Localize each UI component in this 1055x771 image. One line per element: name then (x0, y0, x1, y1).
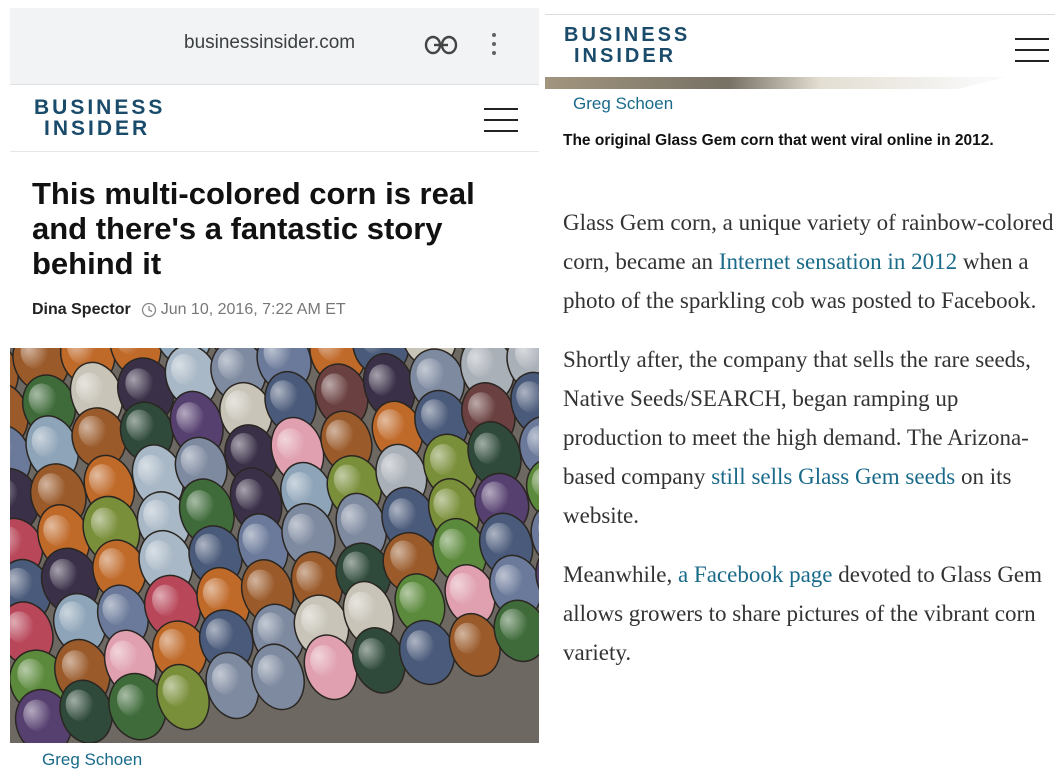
business-insider-logo-right[interactable]: BUSINESS INSIDER (564, 25, 690, 67)
photo-credit: Greg Schoen (42, 750, 142, 770)
clock-icon (141, 302, 157, 318)
photo-credit-right: Greg Schoen (573, 94, 673, 114)
link-facebook-page[interactable]: a Facebook page (678, 562, 833, 587)
hamburger-menu-icon-right[interactable] (1015, 38, 1049, 62)
right-screenshot: BUSINESS INSIDER Greg Schoen The origina… (545, 14, 1055, 771)
business-insider-logo[interactable]: BUSINESS INSIDER (34, 97, 165, 139)
link-icon[interactable] (424, 34, 458, 56)
corn-photo (10, 348, 539, 743)
paragraph-3: Meanwhile, a Facebook page devoted to Gl… (563, 555, 1055, 672)
publish-date: Jun 10, 2016, 7:22 AM ET (161, 301, 346, 319)
browser-url-bar[interactable]: businessinsider.com (10, 8, 539, 85)
hamburger-menu-icon[interactable] (484, 108, 518, 132)
site-header-right: BUSINESS INSIDER (545, 15, 1055, 78)
paragraph-1: Glass Gem corn, a unique variety of rain… (563, 203, 1055, 320)
author-name[interactable]: Dina Spector (32, 301, 131, 319)
link-glass-gem-seeds[interactable]: still sells Glass Gem seeds (711, 464, 955, 489)
paragraph-2: Shortly after, the company that sells th… (563, 340, 1055, 535)
article-body: Glass Gem corn, a unique variety of rain… (563, 203, 1055, 692)
left-screenshot: businessinsider.com BUSINESS INSIDER Thi… (10, 8, 539, 770)
photo-caption: The original Glass Gem corn that went vi… (563, 131, 1053, 151)
byline: Dina Spector Jun 10, 2016, 7:22 AM ET (32, 301, 539, 319)
logo-line2: INSIDER (564, 46, 690, 67)
url-text[interactable]: businessinsider.com (184, 32, 355, 54)
article-headline: This multi-colored corn is real and ther… (32, 176, 512, 281)
link-internet-sensation[interactable]: Internet sensation in 2012 (719, 249, 957, 274)
logo-line1: BUSINESS (34, 96, 165, 119)
logo-line2: INSIDER (34, 118, 165, 139)
more-vert-icon[interactable] (486, 30, 502, 62)
photo-edge (545, 77, 1005, 89)
logo-line1: BUSINESS (564, 24, 690, 46)
site-header: BUSINESS INSIDER (10, 85, 539, 152)
